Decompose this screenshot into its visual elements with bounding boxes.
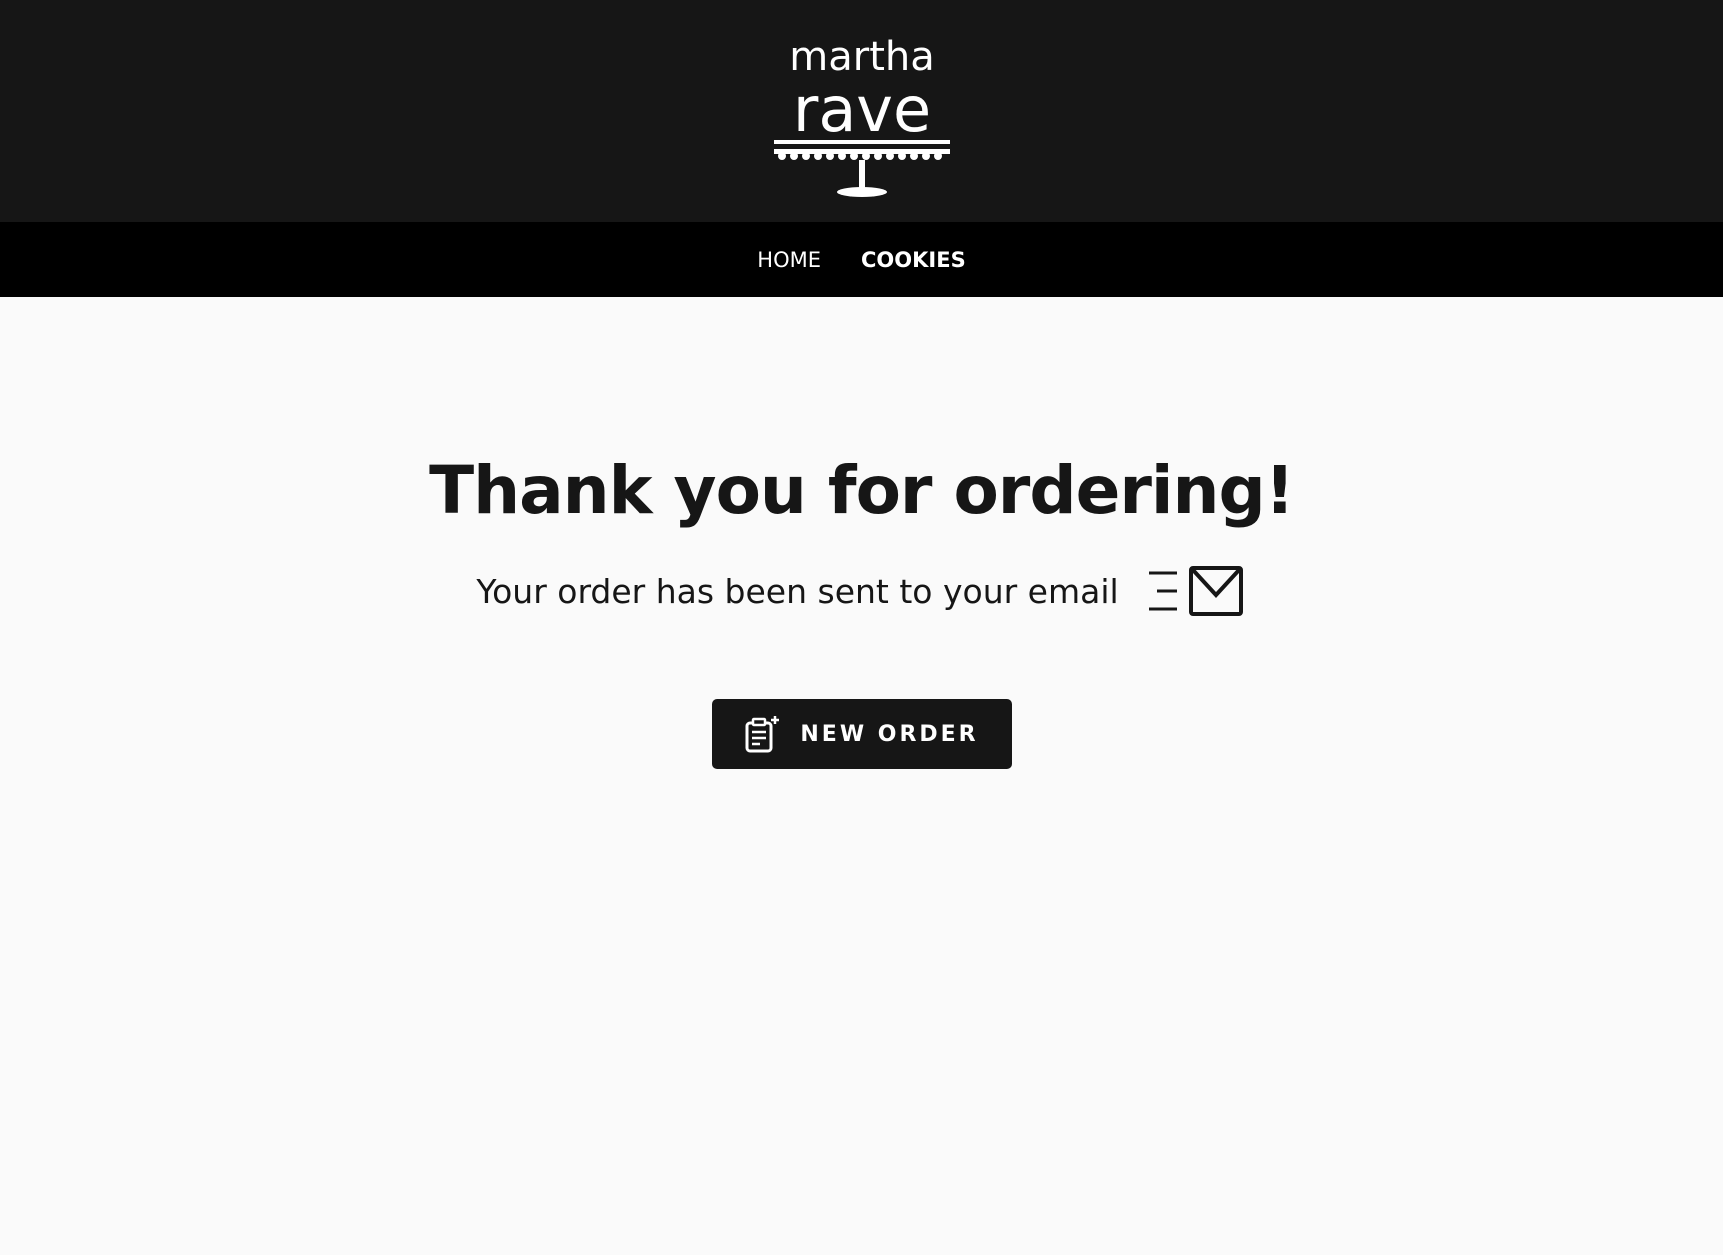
new-order-button[interactable]: NEW ORDER <box>711 699 1012 769</box>
new-order-clipboard-icon <box>745 716 780 753</box>
logo-link[interactable]: martha rave <box>772 22 952 200</box>
site-header: martha rave <box>0 0 1723 222</box>
nav-item-home[interactable]: HOME <box>757 248 821 272</box>
confirmation-text: Your order has been sent to your email <box>476 571 1119 611</box>
email-sent-icon <box>1148 566 1243 616</box>
cake-stand-icon: martha rave <box>773 34 950 197</box>
page-title: Thank you for ordering! <box>429 452 1295 529</box>
logo-line2: rave <box>792 73 930 146</box>
new-order-label: NEW ORDER <box>800 721 979 747</box>
main-nav: HOME COOKIES <box>0 222 1723 297</box>
nav-item-cookies[interactable]: COOKIES <box>861 248 966 272</box>
confirmation-message: Your order has been sent to your email <box>476 565 1246 617</box>
main-content: Thank you for ordering! Your order has b… <box>0 297 1723 1255</box>
